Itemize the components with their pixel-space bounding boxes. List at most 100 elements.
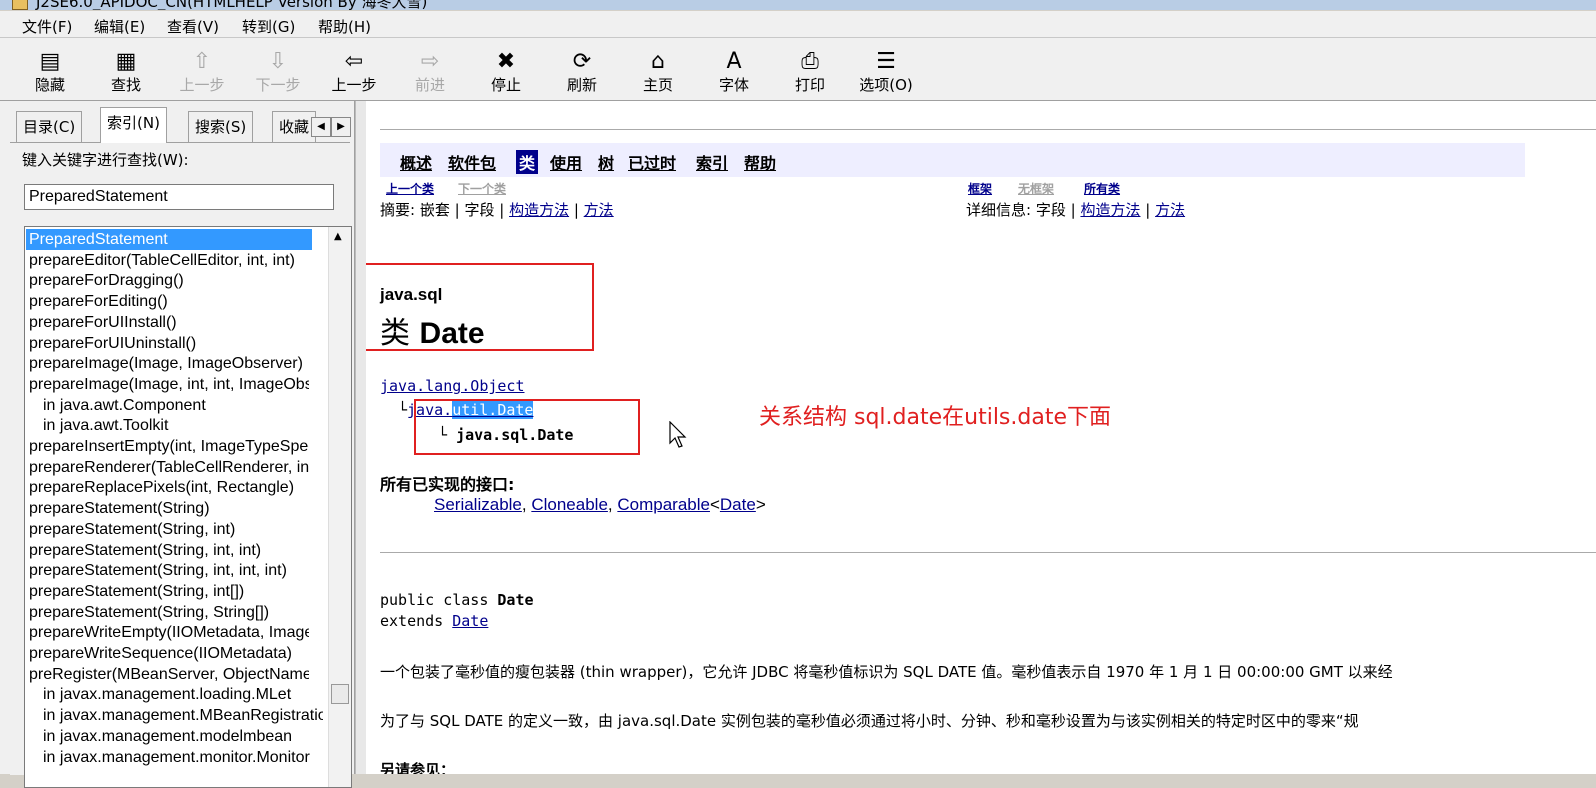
index-list-item[interactable]: prepareStatement(String, int) [29, 519, 309, 540]
interface-comparable-link[interactable]: Comparable [617, 495, 710, 514]
doc-nav-item[interactable]: 已过时 [628, 150, 676, 174]
index-list-item[interactable]: prepareImage(Image, ImageObserver) [29, 353, 309, 374]
index-list-item[interactable]: prepareForEditing() [29, 291, 309, 312]
index-list-item[interactable]: prepareStatement(String, int, int) [29, 540, 309, 561]
index-list-item[interactable]: in javax.management.modelmbean [43, 726, 323, 747]
summary-constructor-link[interactable]: 构造方法 [509, 201, 569, 219]
index-list[interactable]: in javax.management.monitor.Monitor in ja… [24, 226, 352, 788]
index-list-item[interactable]: prepareEditor(TableCellEditor, int, int) [29, 250, 309, 271]
description-paragraph-2: 为了与 SQL DATE 的定义一致，由 java.sql.Date 实例包装的… [380, 712, 1359, 730]
index-list-item[interactable]: prepareRenderer(TableCellRenderer, int, … [29, 457, 309, 478]
menu-help[interactable]: 帮助(H) [318, 16, 371, 37]
index-list-item[interactable]: prepareStatement(String, int[]) [29, 581, 309, 602]
index-list-item[interactable]: prepareWriteEmpty(IIOMetadata, ImageType… [29, 622, 309, 643]
tab-scroll-buttons: ◀ ▶ [311, 117, 351, 137]
toolbar-button-3[interactable]: ⇩ 下一步 [246, 42, 310, 98]
index-list-item[interactable]: prepareStatement(String, int, int, int) [29, 560, 309, 581]
all-classes-link[interactable]: 所有类 [1084, 180, 1120, 197]
scroll-up-icon[interactable]: ▲ [334, 231, 342, 242]
declaration-line-2: extends Date [380, 612, 488, 630]
menu-file[interactable]: 文件(F) [22, 16, 72, 37]
doc-nav-item[interactable]: 索引 [696, 150, 728, 174]
summary-nested: 嵌套 [419, 201, 450, 219]
menu-view[interactable]: 查看(V) [167, 16, 219, 37]
doc-nav-item[interactable]: 帮助 [744, 150, 776, 174]
toolbar-button-2[interactable]: ⇧ 上一步 [170, 42, 234, 98]
index-list-item[interactable]: in javax.management.MBeanRegistration [43, 705, 323, 726]
toolbar-button-1[interactable]: ▦ 查找 [94, 42, 158, 98]
down-arrow-icon: ⇩ [268, 49, 288, 74]
toolbar-button-label: 前进 [414, 76, 445, 94]
hierarchy-root-link[interactable]: java.lang.Object [380, 377, 525, 395]
toolbar: ▤ 隐藏 ▦ 查找 ⇧ 上一步 ⇩ 下一步 ⇦ 上一步 ⇨ 前进 ✖ 停止 ⟳ 刷新 ⌂ 主页 A 字体 ⎙ 打印 ☰ 选项(… [0, 38, 1596, 102]
detail-field: 字段 [1035, 201, 1066, 219]
toolbar-button-7[interactable]: ⟳ 刷新 [550, 42, 614, 98]
detail-method-link[interactable]: 方法 [1155, 201, 1185, 219]
print-icon: ⎙ [801, 49, 819, 74]
see-also-heading: 另请参见： [380, 761, 456, 774]
list-scrollbar[interactable]: ▲ [328, 227, 351, 787]
index-list-item[interactable]: prepareForUIUninstall() [29, 333, 309, 354]
index-list-item[interactable]: prepareForUIInstall() [29, 312, 309, 333]
toolbar-button-8[interactable]: ⌂ 主页 [626, 42, 690, 98]
divider [380, 552, 1596, 553]
scroll-thumb[interactable] [331, 684, 349, 704]
toolbar-button-10[interactable]: ⎙ 打印 [778, 42, 842, 98]
package-name: java.sql [380, 285, 443, 304]
forward-arrow-icon: ⇨ [420, 49, 440, 74]
tab-contents[interactable]: 目录(C) [16, 111, 83, 142]
interface-generic-link[interactable]: Date [720, 495, 756, 514]
declaration-line-1: public class Date [380, 591, 534, 609]
class-title: 类 Date [380, 308, 485, 352]
tab-favorites[interactable]: 收藏 [272, 111, 316, 142]
toolbar-button-4[interactable]: ⇦ 上一步 [322, 42, 386, 98]
interface-cloneable-link[interactable]: Cloneable [531, 495, 608, 514]
summary-method-link[interactable]: 方法 [584, 201, 614, 219]
frames-link[interactable]: 框架 [968, 180, 992, 197]
navigation-pane: 目录(C) 索引(N) 搜索(S) 收藏 ◀ ▶ 键入关键字进行查找(W): Pr… [0, 101, 355, 788]
doc-nav-item[interactable]: 软件包 [448, 150, 496, 174]
interface-serializable-link[interactable]: Serializable [434, 495, 522, 514]
doc-nav-item[interactable]: 树 [598, 150, 614, 174]
toolbar-button-label: 隐藏 [34, 76, 65, 94]
toolbar-button-label: 停止 [490, 76, 521, 94]
index-list-item[interactable]: in javax.management.monitor.Monitor [43, 747, 323, 768]
index-list-item[interactable]: prepareForDragging() [29, 270, 309, 291]
index-list-item[interactable]: prepareWriteSequence(IIOMetadata) [29, 643, 309, 664]
index-list-item[interactable]: prepareStatement(String, String[]) [29, 602, 309, 623]
index-list-item[interactable]: prepareImage(Image, int, int, ImageObser… [29, 374, 309, 395]
index-list-item[interactable]: PreparedStatement [26, 229, 312, 250]
doc-nav-item[interactable]: 使用 [550, 150, 582, 174]
decl-superclass-link[interactable]: Date [452, 612, 488, 630]
keyword-input[interactable]: PreparedStatement [24, 184, 334, 210]
index-list-item[interactable]: in java.awt.Toolkit [43, 415, 323, 436]
index-list-item[interactable]: prepareInsertEmpty(int, ImageTypeSpecifi… [29, 436, 309, 457]
menu-edit[interactable]: 编辑(E) [94, 16, 145, 37]
tab-index[interactable]: 索引(N) [100, 107, 167, 143]
hide-icon: ▤ [39, 49, 61, 74]
index-list-item[interactable]: prepareStatement(String) [29, 498, 309, 519]
decl-modifiers: public class [380, 591, 498, 609]
tab-search[interactable]: 搜索(S) [188, 111, 254, 142]
toolbar-button-0[interactable]: ▤ 隐藏 [18, 42, 82, 98]
home-icon: ⌂ [651, 49, 665, 74]
tab-scroll-left-icon[interactable]: ◀ [311, 117, 331, 137]
doc-nav-item[interactable]: 概述 [400, 150, 432, 174]
index-list-item[interactable]: prepareReplacePixels(int, Rectangle) [29, 477, 309, 498]
index-list-item[interactable]: in java.awt.Component [43, 395, 323, 416]
toolbar-button-5[interactable]: ⇨ 前进 [398, 42, 462, 98]
toolbar-button-label: 选项(O) [859, 76, 913, 94]
menu-goto[interactable]: 转到(G) [242, 16, 295, 37]
detail-constructor-link[interactable]: 构造方法 [1080, 201, 1140, 219]
decl-extends: extends [380, 612, 453, 630]
toolbar-button-label: 主页 [642, 76, 673, 94]
class-name: Date [419, 317, 485, 350]
index-list-item[interactable]: in javax.management.loading.MLet [43, 684, 323, 705]
tab-scroll-right-icon[interactable]: ▶ [331, 117, 351, 137]
toolbar-button-9[interactable]: A 字体 [702, 42, 766, 98]
index-list-item[interactable]: preRegister(MBeanServer, ObjectName) [29, 664, 309, 685]
toolbar-button-11[interactable]: ☰ 选项(O) [854, 42, 918, 98]
toolbar-button-6[interactable]: ✖ 停止 [474, 42, 538, 98]
prev-class-link[interactable]: 上一个类 [386, 180, 434, 197]
toolbar-button-label: 上一步 [179, 76, 225, 94]
